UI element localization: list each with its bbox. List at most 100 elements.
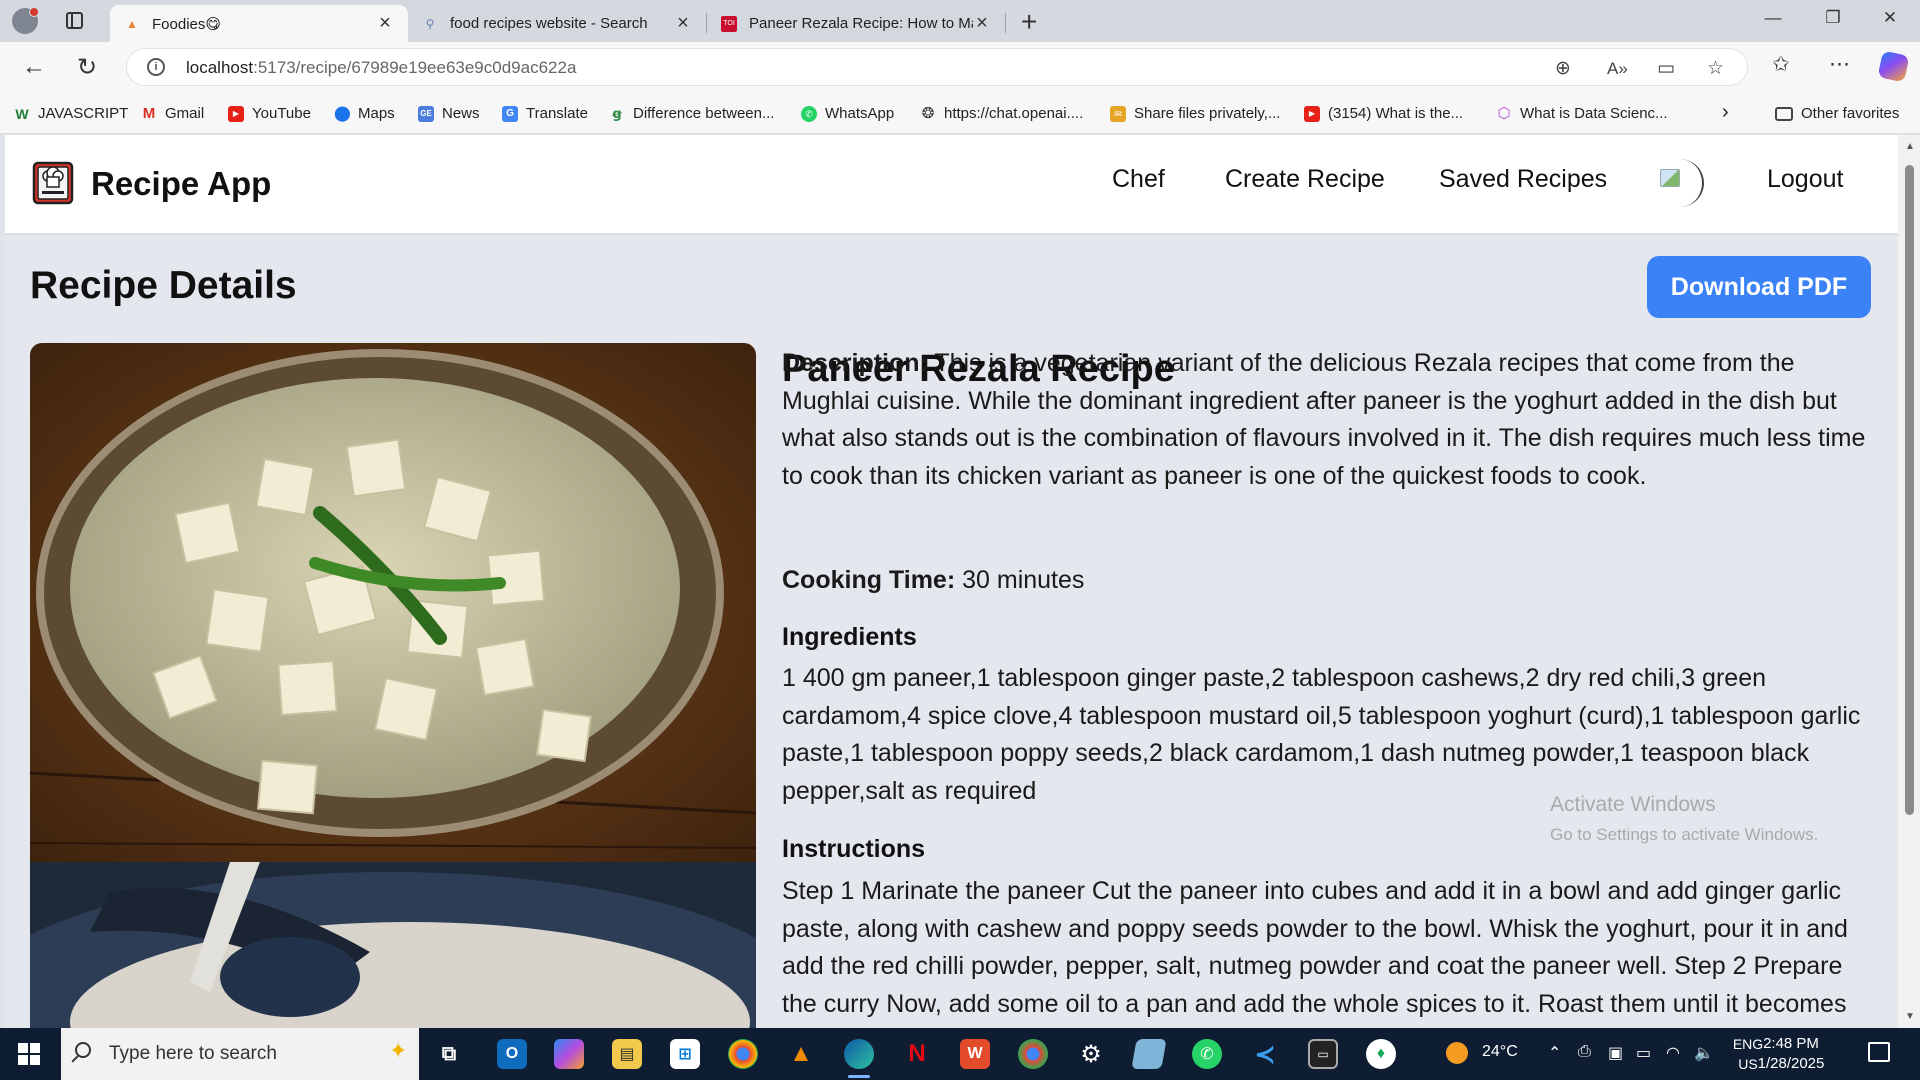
wps-icon[interactable]: W bbox=[960, 1039, 990, 1069]
brand-name[interactable]: Recipe App bbox=[91, 165, 271, 203]
notepad-icon[interactable] bbox=[1131, 1039, 1167, 1069]
recipe-description: Description: This is a vegetarian varian… bbox=[782, 345, 1867, 495]
browser-tab-bar: ▲ Foodies😋 × ⚲ food recipes website - Se… bbox=[0, 0, 1920, 42]
immersive-reader-icon[interactable]: ▭ bbox=[1657, 57, 1675, 80]
share-icon: ✉ bbox=[1110, 105, 1126, 122]
file-explorer-icon[interactable]: ▤ bbox=[612, 1039, 642, 1069]
minimize-icon[interactable]: — bbox=[1753, 8, 1793, 28]
task-view-icon[interactable]: ⧉ bbox=[434, 1039, 464, 1069]
clock[interactable]: 2:48 PM 1/28/2025 bbox=[1751, 1034, 1831, 1074]
bookmark-data-science[interactable]: ⬡ What is Data Scienc... bbox=[1496, 105, 1667, 122]
maps-icon: ⬤ bbox=[334, 104, 351, 122]
gmail-icon: M bbox=[142, 104, 156, 122]
cooking-step-photo bbox=[30, 862, 756, 1028]
nav-saved-recipes[interactable]: Saved Recipes bbox=[1439, 165, 1607, 194]
close-tab-icon[interactable]: × bbox=[674, 12, 692, 35]
chrome-icon[interactable] bbox=[728, 1039, 758, 1069]
tab-foodies[interactable]: ▲ Foodies😋 × bbox=[110, 5, 408, 42]
recipe-book-logo-icon[interactable] bbox=[32, 161, 74, 205]
toi-favicon-icon: TOI bbox=[721, 15, 737, 32]
bookmark-youtube[interactable]: ▶ YouTube bbox=[228, 105, 311, 122]
profile-icon[interactable] bbox=[12, 7, 39, 34]
bookmark-share-files[interactable]: ✉ Share files privately,... bbox=[1110, 105, 1280, 122]
page-scrollbar[interactable]: ▲ ▼ bbox=[1898, 135, 1920, 1028]
bookmarks-overflow-chevron-icon[interactable]: › bbox=[1722, 101, 1729, 124]
back-icon[interactable]: ← bbox=[22, 53, 46, 81]
bookmark-gfg[interactable]: ꞡ Difference between... bbox=[609, 105, 774, 122]
terminal-icon[interactable]: ▭ bbox=[1308, 1039, 1338, 1069]
bookmark-news[interactable]: GE News bbox=[418, 105, 480, 122]
scroll-up-icon[interactable]: ▲ bbox=[1905, 141, 1915, 152]
wifi-icon[interactable]: ◠ bbox=[1666, 1043, 1680, 1063]
url-text[interactable]: localhost:5173/recipe/67989e19ee63e9c0d9… bbox=[186, 58, 576, 78]
temperature[interactable]: 24°C bbox=[1482, 1043, 1518, 1061]
taskbar-search-box[interactable]: Type here to search ✦ bbox=[61, 1028, 419, 1080]
chrome-profile-icon[interactable] bbox=[1018, 1039, 1048, 1069]
nav-create-recipe[interactable]: Create Recipe bbox=[1225, 165, 1385, 194]
meet-icon[interactable]: ▣ bbox=[1608, 1043, 1623, 1063]
gfg-icon: ꞡ bbox=[612, 105, 622, 121]
instructions-text: Step 1 Marinate the paneer Cut the panee… bbox=[782, 877, 1848, 1018]
netflix-icon[interactable]: N bbox=[902, 1039, 932, 1069]
vlc-icon[interactable]: ▲ bbox=[786, 1039, 816, 1069]
scroll-thumb[interactable] bbox=[1905, 165, 1914, 815]
bookmark-javascript[interactable]: W JAVASCRIPT bbox=[14, 105, 128, 122]
site-info-icon[interactable]: i bbox=[147, 58, 165, 76]
windows-start-icon[interactable] bbox=[18, 1043, 40, 1065]
ingredients-list: 1 400 gm paneer,1 tablespoon ginger past… bbox=[782, 664, 1861, 805]
search-icon bbox=[75, 1042, 91, 1058]
browser-toolbar: ← ↻ i localhost:5173/recipe/67989e19ee63… bbox=[0, 42, 1920, 94]
bookmark-openai[interactable]: ❂ https://chat.openai.... bbox=[920, 104, 1084, 122]
instructions-heading: Instructions bbox=[782, 835, 926, 863]
new-tab-icon[interactable]: + bbox=[1021, 6, 1037, 38]
notification-icon[interactable] bbox=[1868, 1042, 1890, 1062]
tray-chevron-up-icon[interactable]: ⌃ bbox=[1548, 1043, 1561, 1063]
copilot-app-icon[interactable] bbox=[554, 1039, 584, 1069]
favorites-icon[interactable]: ✩ bbox=[1772, 52, 1790, 77]
settings-gear-icon[interactable]: ⚙ bbox=[1076, 1039, 1106, 1069]
other-favorites[interactable]: Other favorites bbox=[1775, 105, 1899, 122]
windows-taskbar: Type here to search ✦ ⧉ O ▤ ⊞ ▲ N W ⚙ ✆ … bbox=[0, 1028, 1920, 1080]
close-window-icon[interactable]: ✕ bbox=[1870, 8, 1910, 28]
w-icon: W bbox=[15, 105, 29, 122]
weather-icon[interactable] bbox=[1446, 1042, 1468, 1064]
scroll-down-icon[interactable]: ▼ bbox=[1905, 1011, 1915, 1022]
tab-paneer-rezala[interactable]: TOI Paneer Rezala Recipe: How to Mal × bbox=[707, 5, 1005, 42]
nav-logout[interactable]: Logout bbox=[1767, 165, 1843, 194]
bookmark-maps[interactable]: ⬤ Maps bbox=[334, 105, 395, 122]
openai-icon: ❂ bbox=[921, 104, 935, 122]
close-tab-icon[interactable]: × bbox=[376, 12, 394, 35]
ingredients-heading: Ingredients bbox=[782, 623, 917, 651]
bookmark-whatsapp[interactable]: ✆ WhatsApp bbox=[801, 105, 894, 122]
bookmark-translate[interactable]: G Translate bbox=[502, 105, 588, 122]
zoom-icon[interactable]: ⊕ bbox=[1555, 57, 1571, 80]
cooking-time: Cooking Time: 30 minutes bbox=[782, 562, 1867, 600]
refresh-icon[interactable]: ↻ bbox=[77, 53, 97, 82]
vscode-icon[interactable]: ≺ bbox=[1250, 1039, 1280, 1069]
whatsapp-app-icon[interactable]: ✆ bbox=[1192, 1039, 1222, 1069]
recipe-photo bbox=[30, 343, 756, 862]
close-tab-icon[interactable]: × bbox=[973, 12, 991, 35]
address-bar[interactable]: i localhost:5173/recipe/67989e19ee63e9c0… bbox=[126, 48, 1748, 86]
edge-icon[interactable] bbox=[844, 1039, 874, 1078]
restore-icon[interactable]: ❐ bbox=[1813, 8, 1853, 28]
read-aloud-icon[interactable]: A» bbox=[1607, 59, 1628, 79]
volume-icon[interactable]: 🔈 bbox=[1694, 1043, 1714, 1063]
page-title: Recipe Details bbox=[30, 264, 297, 307]
microsoft-store-icon[interactable]: ⊞ bbox=[670, 1039, 700, 1069]
download-pdf-button[interactable]: Download PDF bbox=[1647, 256, 1871, 318]
mongodb-icon[interactable]: ♦ bbox=[1366, 1039, 1396, 1069]
printer-icon[interactable]: ⎙ bbox=[1578, 1043, 1591, 1061]
favorite-star-icon[interactable]: ☆ bbox=[1707, 57, 1724, 80]
outlook-icon[interactable]: O bbox=[497, 1039, 527, 1069]
nav-chef[interactable]: Chef bbox=[1112, 165, 1165, 194]
avatar[interactable] bbox=[1656, 159, 1704, 207]
tab-actions-icon[interactable] bbox=[66, 12, 83, 29]
tab-search[interactable]: ⚲ food recipes website - Search × bbox=[408, 5, 706, 42]
bookmark-gmail[interactable]: M Gmail bbox=[141, 105, 204, 122]
battery-icon[interactable]: ▭ bbox=[1636, 1043, 1651, 1063]
youtube-icon: ▶ bbox=[228, 105, 244, 122]
bookmark-youtube-video[interactable]: ▶ (3154) What is the... bbox=[1304, 105, 1463, 122]
news-icon: GE bbox=[418, 105, 434, 122]
more-menu-icon[interactable]: ⋯ bbox=[1829, 52, 1850, 77]
